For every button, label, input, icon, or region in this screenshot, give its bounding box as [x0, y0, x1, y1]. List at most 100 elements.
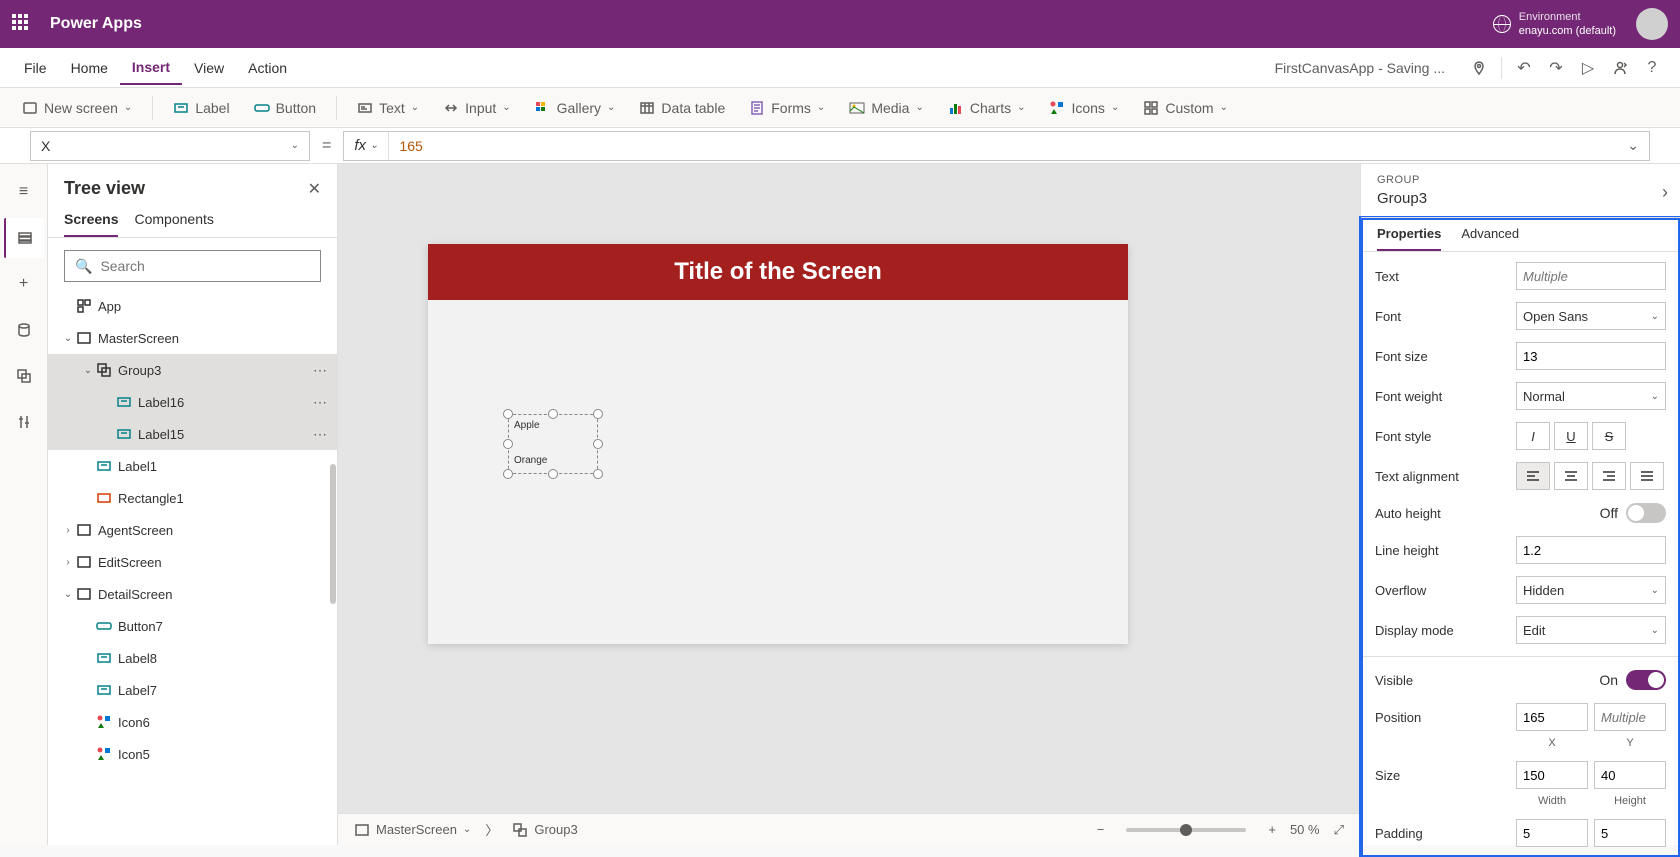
prop-text-input[interactable] [1516, 262, 1666, 290]
charts-button[interactable]: Charts⌄ [938, 94, 1036, 122]
rail-insert-icon[interactable]: + [4, 264, 44, 304]
resize-handle[interactable] [503, 409, 513, 419]
undo-icon[interactable]: ↶ [1508, 52, 1540, 84]
tree-node-agentscreen[interactable]: ›AgentScreen [48, 514, 337, 546]
align-left-button[interactable] [1516, 462, 1550, 490]
resize-handle[interactable] [548, 409, 558, 419]
breadcrumb-group[interactable]: Group3 [512, 822, 577, 838]
rail-media-icon[interactable] [4, 356, 44, 396]
redo-icon[interactable]: ↷ [1540, 52, 1572, 84]
share-icon[interactable] [1604, 52, 1636, 84]
fit-screen-icon[interactable]: ⤢ [1334, 822, 1344, 838]
size-width-input[interactable] [1516, 761, 1588, 789]
input-button[interactable]: Input⌄ [433, 94, 521, 122]
tree-node-label16[interactable]: Label16⋯ [48, 386, 337, 418]
data-table-button[interactable]: Data table [629, 94, 735, 122]
breadcrumb-screen[interactable]: MasterScreen⌄ [354, 822, 471, 838]
resize-handle[interactable] [593, 469, 603, 479]
help-icon[interactable]: ? [1636, 52, 1668, 84]
prop-overflow-select[interactable]: Hidden⌄ [1516, 576, 1666, 604]
button-button[interactable]: Button [244, 94, 326, 122]
label-button[interactable]: Label [163, 94, 239, 122]
text-button[interactable]: Text⌄ [347, 94, 429, 122]
tree-search[interactable]: 🔍 [64, 250, 321, 282]
resize-handle[interactable] [548, 469, 558, 479]
rail-tree-view-icon[interactable] [4, 218, 44, 258]
position-x-input[interactable] [1516, 703, 1588, 731]
zoom-slider[interactable] [1126, 828, 1246, 832]
strikethrough-button[interactable]: S [1592, 422, 1626, 450]
rail-data-icon[interactable] [4, 310, 44, 350]
gallery-button[interactable]: Gallery⌄ [525, 94, 626, 122]
italic-button[interactable]: I [1516, 422, 1550, 450]
tab-screens[interactable]: Screens [64, 211, 118, 237]
tree-search-input[interactable] [100, 258, 310, 274]
padding-1-input[interactable] [1516, 819, 1588, 847]
rail-hamburger-icon[interactable]: ≡ [4, 172, 44, 212]
prop-displaymode-select[interactable]: Edit⌄ [1516, 616, 1666, 644]
resize-handle[interactable] [593, 409, 603, 419]
tree-scrollbar[interactable] [330, 464, 336, 604]
resize-handle[interactable] [593, 439, 603, 449]
formula-value[interactable]: 165 [389, 138, 1617, 154]
menu-insert[interactable]: Insert [120, 51, 182, 85]
play-icon[interactable]: ▷ [1572, 52, 1604, 84]
resize-handle[interactable] [503, 469, 513, 479]
padding-2-input[interactable] [1594, 819, 1666, 847]
tree-node-label15[interactable]: Label15⋯ [48, 418, 337, 450]
property-selector[interactable]: X⌄ [30, 131, 310, 161]
prop-lineheight-input[interactable] [1516, 536, 1666, 564]
prop-fontsize-input[interactable] [1516, 342, 1666, 370]
expand-formula-icon[interactable]: ⌄ [1617, 137, 1649, 154]
tree-node-label7[interactable]: Label7 [48, 674, 337, 706]
canvas-viewport[interactable]: Title of the Screen Apple Orange 👆 Font [338, 164, 1360, 813]
rail-tools-icon[interactable] [4, 402, 44, 442]
tree-node-editscreen[interactable]: ›EditScreen [48, 546, 337, 578]
tree-node-group3[interactable]: ⌄Group3⋯ [48, 354, 337, 386]
expand-panel-icon[interactable]: › [1662, 182, 1668, 203]
zoom-value: 50 % [1290, 822, 1320, 837]
prop-fontweight-select[interactable]: Normal⌄ [1516, 382, 1666, 410]
tree-node-label8[interactable]: Label8 [48, 642, 337, 674]
visible-toggle[interactable] [1626, 670, 1666, 690]
user-avatar[interactable] [1636, 8, 1668, 40]
align-center-button[interactable] [1554, 462, 1588, 490]
selection-group[interactable]: Apple Orange [508, 414, 598, 474]
tab-components[interactable]: Components [134, 211, 213, 237]
size-height-input[interactable] [1594, 761, 1666, 789]
environment-picker[interactable]: Environment enayu.com (default) [1493, 10, 1616, 38]
zoom-in-icon[interactable]: + [1268, 822, 1276, 837]
custom-button[interactable]: Custom⌄ [1133, 94, 1238, 122]
tree-view-panel: Tree view ✕ Screens Components 🔍 App⌄Mas… [48, 164, 338, 845]
app-checker-icon[interactable] [1463, 52, 1495, 84]
menu-file[interactable]: File [12, 52, 59, 84]
media-button[interactable]: Media⌄ [839, 94, 934, 122]
prop-font-select[interactable]: Open Sans⌄ [1516, 302, 1666, 330]
menu-view[interactable]: View [182, 52, 236, 84]
forms-button[interactable]: Forms⌄ [739, 94, 835, 122]
position-y-input[interactable] [1594, 703, 1666, 731]
autoheight-toggle[interactable] [1626, 503, 1666, 523]
tree-node-app[interactable]: App [48, 290, 337, 322]
tree-node-detailscreen[interactable]: ⌄DetailScreen [48, 578, 337, 610]
zoom-out-icon[interactable]: − [1097, 822, 1105, 837]
tree-node-masterscreen[interactable]: ⌄MasterScreen [48, 322, 337, 354]
underline-button[interactable]: U [1554, 422, 1588, 450]
resize-handle[interactable] [503, 439, 513, 449]
menu-action[interactable]: Action [236, 52, 299, 84]
app-launcher-icon[interactable] [12, 14, 32, 34]
tree-node-icon6[interactable]: Icon6 [48, 706, 337, 738]
tree-node-label1[interactable]: Label1 [48, 450, 337, 482]
fx-icon[interactable]: fx ⌄ [344, 132, 389, 160]
tab-advanced[interactable]: Advanced [1461, 226, 1519, 251]
align-right-button[interactable] [1592, 462, 1626, 490]
icons-button[interactable]: Icons⌄ [1039, 94, 1129, 122]
new-screen-button[interactable]: New screen⌄ [12, 94, 142, 122]
align-justify-button[interactable] [1630, 462, 1664, 490]
tree-node-button7[interactable]: Button7 [48, 610, 337, 642]
tab-properties[interactable]: Properties [1377, 226, 1441, 251]
tree-node-rectangle1[interactable]: Rectangle1 [48, 482, 337, 514]
close-tree-icon[interactable]: ✕ [308, 179, 321, 199]
tree-node-icon5[interactable]: Icon5 [48, 738, 337, 770]
menu-home[interactable]: Home [59, 52, 120, 84]
